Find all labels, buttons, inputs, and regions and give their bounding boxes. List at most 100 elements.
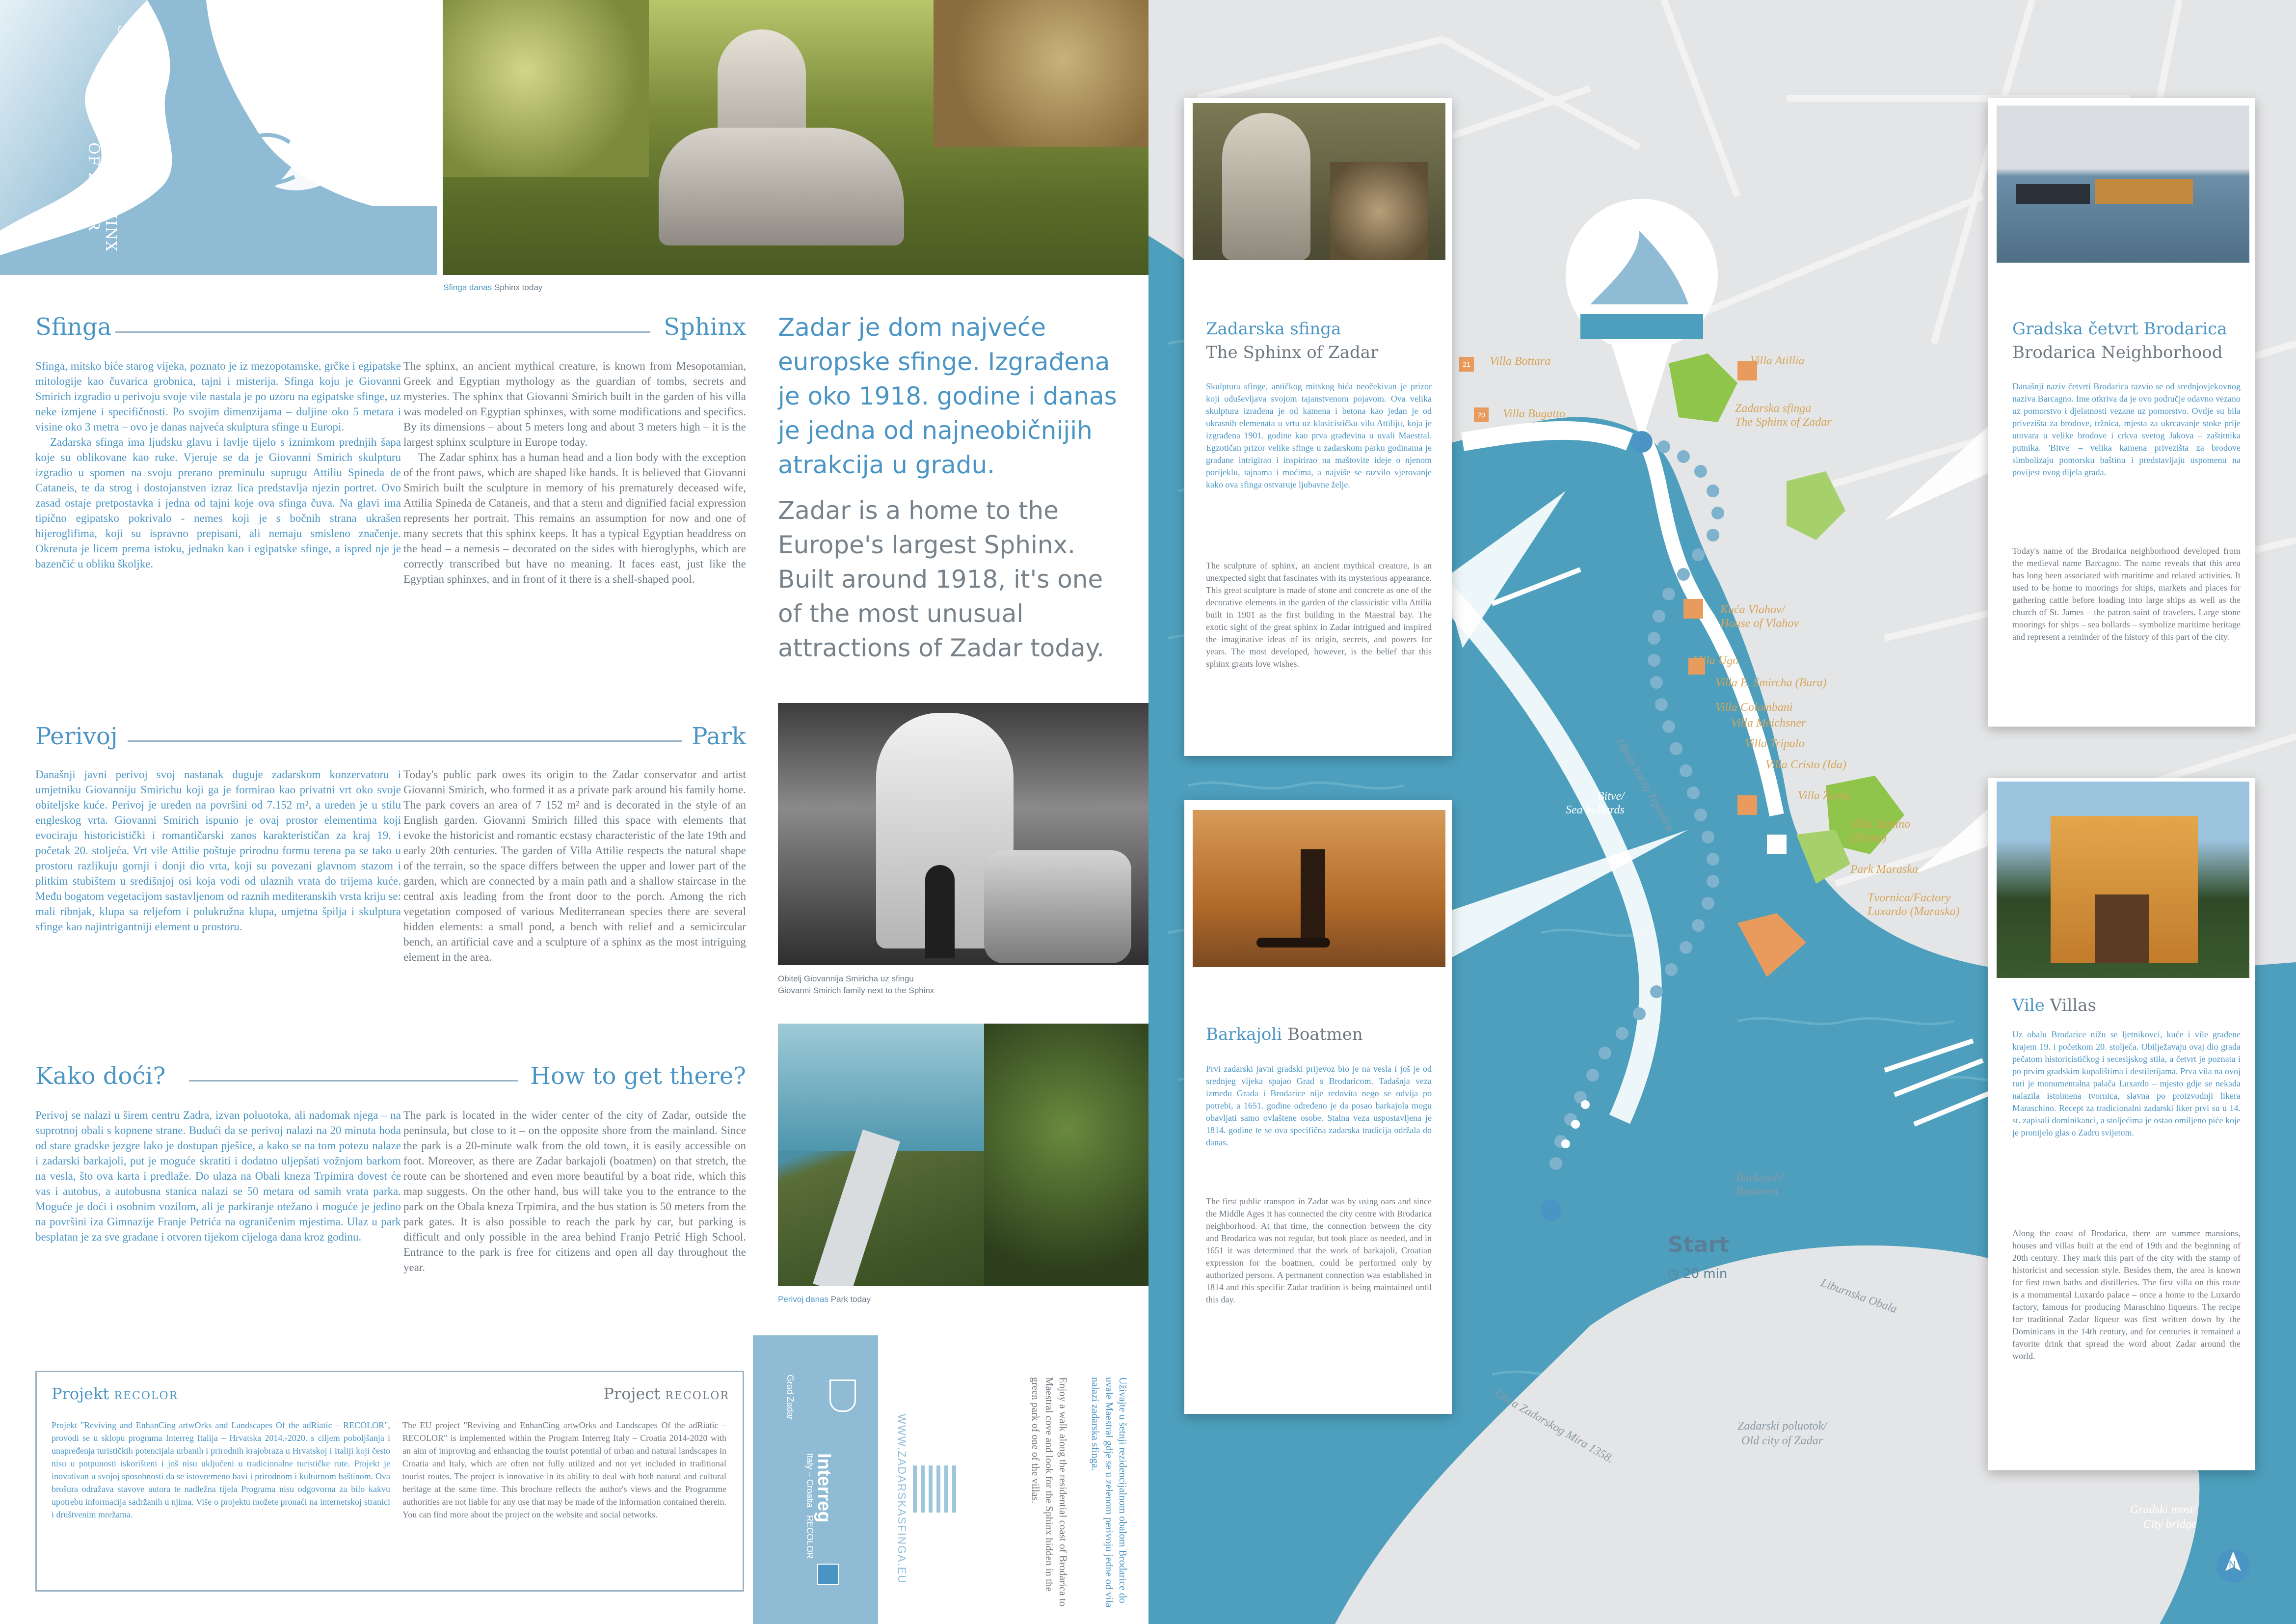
quote-en: Zadar is a home to the Europe's largest … <box>778 496 1104 662</box>
map-label-villa-attilia: Villa Atillia <box>1750 354 1805 367</box>
card-sphinx-title-hr: Zadarska sfinga <box>1206 319 1341 339</box>
map-label-villa-tamino-2: (Divne) <box>1850 832 1887 844</box>
map-label-villa-zuzka: Villa Zuzka <box>1798 789 1851 802</box>
caption-park-hr: Perivoj danas <box>778 1295 829 1304</box>
map-label-poluotok-2: Old city of Zadar <box>1741 1435 1823 1447</box>
directions-text-en: The park is located in the wider center … <box>403 1109 746 1273</box>
card-villas-title-en: Villas <box>2050 996 2096 1015</box>
cover-title-en-1: THE SPHINX <box>102 142 119 252</box>
section-directions-rule <box>189 1080 518 1082</box>
map-label-factory-2: Luxardo (Maraska) <box>1868 905 1960 918</box>
map-label-villa-bugatto: Villa Bugatto <box>1503 407 1565 420</box>
map-label-villa-colombani: Villa Colombani <box>1715 701 1793 714</box>
map-label-bridge-1: Gradski most/ <box>2130 1503 2197 1516</box>
project-title-hr-sc: RECOLOR <box>114 1390 179 1402</box>
map-label-villa-meichsner: Villa Meichsner <box>1731 717 1806 730</box>
map-label-bridge-2: City bridge <box>2143 1518 2197 1531</box>
card-sphinx-text-en: The sculpture of sphinx, an ancient myth… <box>1206 561 1432 669</box>
card-sphinx-title-en: The Sphinx of Zadar <box>1206 343 1379 362</box>
project-text-en: The EU project "Reviving and EnhanCing a… <box>402 1420 726 1519</box>
map-label-start: Start <box>1668 1232 1730 1257</box>
caption-top-hr: Sfinga danas <box>443 283 492 292</box>
interreg-sub: Italy – Croatia <box>805 1453 815 1508</box>
map-label-villa-cristo: Villa Cristo (Ida) <box>1765 758 1846 771</box>
card-boatmen-title-en: Boatmen <box>1287 1025 1363 1044</box>
map-label-bitve-1: Bitve/ <box>1597 790 1625 803</box>
project-title-hr: Projekt <box>52 1384 109 1403</box>
quote-hr: Zadar je dom najveće europske sfinge. Iz… <box>778 313 1117 479</box>
section-directions-title-hr: Kako doći? <box>35 1062 166 1090</box>
qr-code-icon[interactable] <box>913 1465 960 1513</box>
map-label-bitve-2: Sea bollards <box>1566 804 1625 816</box>
card-brodarica-text-hr: Današnji naziv četvrti Brodarica razvio … <box>2012 381 2241 477</box>
caption-top-en: Sphinx today <box>494 283 543 292</box>
map-label-time: 20 min <box>1682 1267 1728 1281</box>
section-sphinx-rule <box>115 331 650 333</box>
caption-family-en: Giovanni Smirich family next to the Sphi… <box>778 986 934 995</box>
clock-icon: ◷ <box>1668 1267 1679 1281</box>
project-title-en-sc: RECOLOR <box>665 1390 729 1402</box>
photo-sphinx-today <box>443 0 1148 275</box>
map-label-villa-tamino-1: Villa Tamino <box>1850 818 1911 831</box>
invite-text-en: Enjoy a walk along the residential coast… <box>1030 1377 1069 1607</box>
card-villas-photo <box>1997 782 2249 978</box>
sphinx-profile-artwork <box>0 0 437 275</box>
map-label-north: N <box>2229 1559 2236 1570</box>
cover-panel <box>0 0 437 275</box>
sphinx-text-en-2: The Zadar sphinx has a human head and a … <box>403 451 746 585</box>
map-label-boatmen-2: Boatmen <box>1736 1185 1778 1198</box>
card-boatmen-title-hr: Barkajoli <box>1206 1025 1282 1044</box>
map-marker-20[interactable]: 20 <box>1474 407 1489 422</box>
website-url[interactable]: WWW.ZADARSKASFINGA.EU <box>895 1414 908 1584</box>
city-logo <box>829 1380 856 1412</box>
interreg-logo-text: Interreg <box>814 1453 834 1523</box>
map-label-sphinx-hr: Zadarska sfinga <box>1735 402 1812 415</box>
cover-title-hr-2: SFINGA <box>114 25 132 92</box>
card-villas-text-en: Along the coast of Brodarica, there are … <box>2012 1228 2241 1361</box>
map-label-sphinx-en: The Sphinx of Zadar <box>1735 416 1832 429</box>
caption-park-en: Park today <box>830 1295 871 1304</box>
sphinx-text-hr-1: Sfinga, mitsko biće starog vijeka, pozna… <box>35 360 401 433</box>
section-directions-title-en: How to get there? <box>530 1062 746 1090</box>
photo-smirich-family <box>778 703 1149 965</box>
project-text-hr: Projekt "Reviving and EnhanCing artwOrks… <box>52 1420 390 1519</box>
map-marker-21[interactable]: 21 <box>1459 357 1474 372</box>
map-label-park-maraska: Park Maraska <box>1850 863 1918 876</box>
directions-text-hr: Perivoj se nalazi u širem centru Zadra, … <box>35 1109 401 1243</box>
card-boatmen-photo <box>1193 810 1445 967</box>
recolor-label: RECOLOR <box>805 1515 815 1559</box>
section-sphinx-title-hr: Sfinga <box>35 313 112 341</box>
map-label-factory-1: Tvornica/Factory <box>1868 892 1951 904</box>
section-sphinx-title-en: Sphinx <box>664 313 746 341</box>
map-label-villa-smircha: Villa E. Smircha (Bura) <box>1715 677 1827 689</box>
card-brodarica-photo <box>1997 106 2249 263</box>
park-text-hr: Današnji javni perivoj svoj nastanak dug… <box>35 768 401 933</box>
caption-family-hr: Obitelj Giovannija Smiricha uz sfingu <box>778 974 914 983</box>
card-brodarica-title-hr: Gradska četvrt Brodarica <box>2012 319 2227 339</box>
map-label-vlahov-hr: Kuća Vlahov/ <box>1720 603 1785 616</box>
card-villas-title-hr: Vile <box>2012 996 2045 1015</box>
invite-text-hr: Uživajte u šetnji rezidencijalnom obalom… <box>1090 1377 1129 1608</box>
card-sphinx-photo <box>1193 103 1445 260</box>
map-label-vlahov-en: House of Vlahov <box>1720 617 1799 630</box>
cover-title-hr-1: ZADARSKA <box>132 25 149 118</box>
section-park-title-hr: Perivoj <box>35 723 118 750</box>
project-title-en: Project <box>603 1384 661 1403</box>
card-brodarica-title-en: Brodarica Neighborhood <box>2012 343 2223 362</box>
card-boatmen-text-hr: Prvi zadarski javni gradski prijevoz bio… <box>1206 1064 1432 1147</box>
map-label-boatmen-1: Barkajoli/ <box>1736 1171 1784 1184</box>
map-label-villa-bottara: Villa Bottara <box>1490 355 1551 368</box>
section-park-rule <box>128 740 682 742</box>
section-park-title-en: Park <box>692 723 746 750</box>
map-label-villa-ugo: Villa Ugo <box>1693 654 1739 667</box>
card-brodarica-text-en: Today's name of the Brodarica neighborho… <box>2012 546 2241 642</box>
eu-flag-icon <box>817 1564 839 1585</box>
map-label-villa-tripalo: Villa Tripalo <box>1745 737 1805 750</box>
park-text-en: Today's public park owes its origin to t… <box>403 768 746 963</box>
sphinx-text-hr-2: Zadarska sfinga ima ljudsku glavu i lavl… <box>35 436 401 570</box>
back-panel-wave <box>753 1336 878 1355</box>
card-boatmen-text-en: The first public transport in Zadar was … <box>1206 1196 1432 1304</box>
map-label-poluotok-1: Zadarski poluotok/ <box>1737 1420 1827 1433</box>
cover-title-en-2: OF ZADAR <box>85 142 102 232</box>
photo-park-today <box>778 1024 1149 1286</box>
